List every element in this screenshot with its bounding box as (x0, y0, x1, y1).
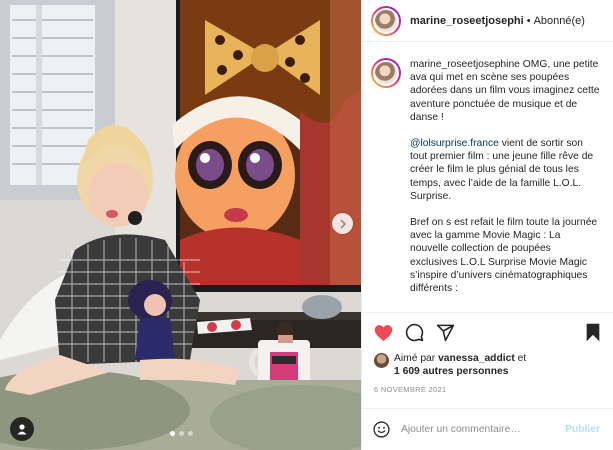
likes-middle: et (514, 353, 527, 364)
liker-username[interactable]: vanessa_addict (438, 353, 515, 364)
tagged-people-button[interactable] (10, 417, 34, 441)
comment-input[interactable] (401, 424, 551, 435)
caption-username[interactable]: marine_roseetjosephine (410, 59, 520, 70)
caption-paragraph-text: Bref on s est refait le film toute la jo… (410, 217, 598, 295)
heart-filled-icon (374, 324, 392, 341)
carousel-dot (188, 431, 193, 436)
comment-icon (405, 323, 423, 342)
post-photo[interactable] (0, 0, 361, 450)
smiley-icon[interactable] (373, 421, 390, 438)
carousel-dot (179, 431, 184, 436)
comment-bar: Publier (362, 408, 613, 450)
header-username[interactable]: marine_roseetjosephi (410, 15, 524, 27)
likes-prefix: Aimé par (394, 353, 439, 364)
caption-paragraph: Bref on s est refait le film toute la jo… (410, 216, 600, 295)
post-header: marine_roseetjosephi • Abonné(e) (362, 0, 613, 42)
publish-button[interactable]: Publier (565, 424, 600, 435)
caption-avatar[interactable] (371, 58, 401, 88)
follow-status-button[interactable]: Abonné(e) (534, 15, 585, 27)
like-button[interactable] (372, 322, 394, 344)
header-separator: • (526, 14, 531, 27)
send-icon (436, 324, 454, 342)
avatar[interactable] (371, 5, 401, 36)
carousel-next-button[interactable] (332, 213, 353, 234)
chevron-right-icon (340, 219, 346, 228)
liker-avatar[interactable] (374, 353, 389, 368)
carousel-indicator (170, 431, 193, 436)
photo-image (0, 0, 361, 450)
likes-summary: Aimé par vanessa_addict et 1 609 autres … (374, 352, 610, 378)
caption-paragraph: @lolsurprise.france vient de sortir son … (410, 137, 600, 203)
caption-paragraph: marine_roseetjosephine OMG, une petite a… (410, 58, 600, 124)
share-button[interactable] (434, 322, 456, 344)
caption: marine_roseetjosephine OMG, une petite a… (371, 58, 607, 311)
post-date[interactable]: 6 NOVEMBRE 2021 (374, 385, 446, 394)
person-tag-icon (17, 424, 27, 435)
save-button[interactable] (582, 322, 604, 344)
likes-others-link[interactable]: 1 609 autres personnes (394, 366, 508, 377)
comment-button[interactable] (403, 322, 425, 344)
carousel-dot (170, 431, 175, 436)
likes-text: Aimé par vanessa_addict et 1 609 autres … (394, 352, 526, 378)
mention-link[interactable]: @lolsurprise.france (410, 138, 499, 149)
action-bar (362, 312, 613, 352)
bookmark-filled-icon (586, 323, 600, 342)
post-side-panel: marine_roseetjosephi • Abonné(e) marine_… (361, 0, 613, 450)
caption-text: marine_roseetjosephine OMG, une petite a… (410, 58, 600, 311)
